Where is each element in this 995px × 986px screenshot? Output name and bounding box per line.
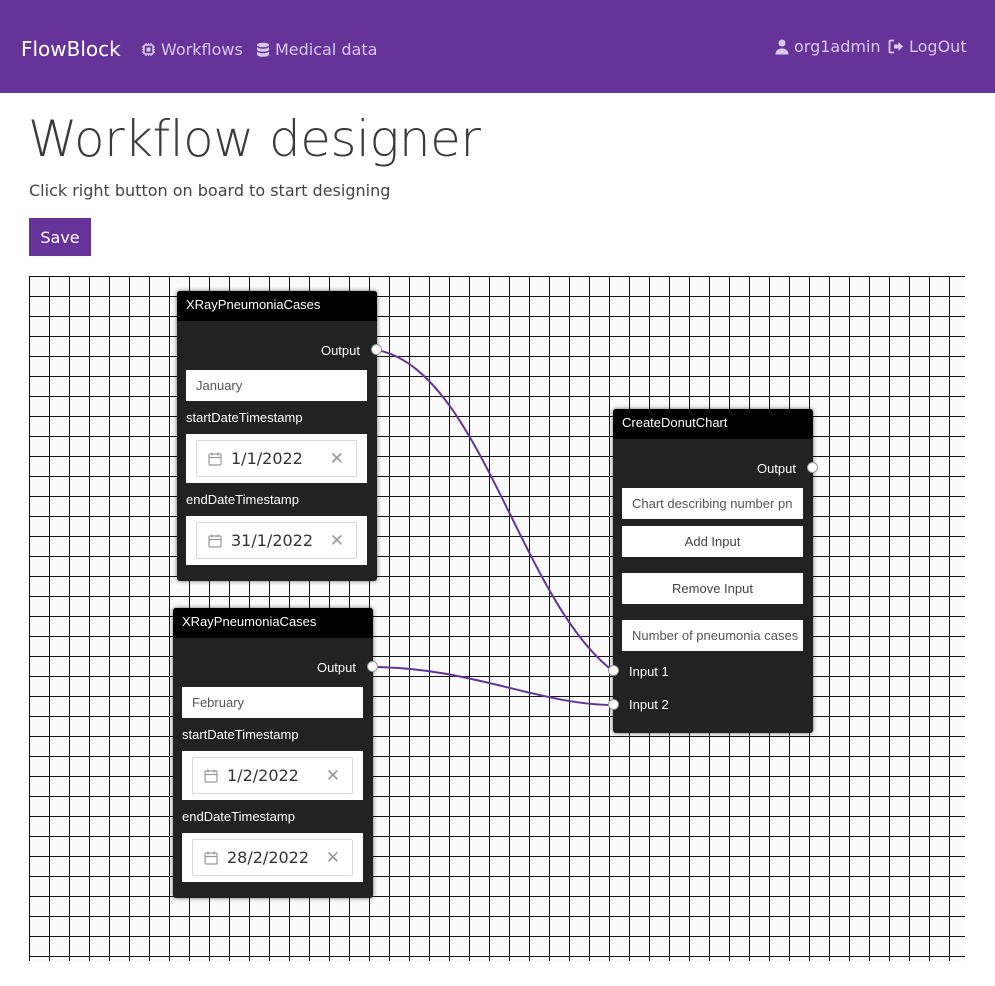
nav-logout-link[interactable]: LogOut xyxy=(888,37,967,56)
input-port-2[interactable] xyxy=(608,699,619,710)
save-button[interactable]: Save xyxy=(29,218,91,256)
nav-user-link[interactable]: org1admin xyxy=(775,37,881,56)
label-input[interactable]: Number of pneumonia cases xyxy=(622,620,803,651)
input-port-1-label: Input 1 xyxy=(629,664,669,679)
clear-icon[interactable]: ✕ xyxy=(330,449,344,469)
output-port[interactable] xyxy=(367,661,378,672)
user-icon xyxy=(775,39,789,54)
start-date-label: startDateTimestamp xyxy=(182,727,299,742)
chart-title-input[interactable]: Chart describing number pn xyxy=(622,488,803,519)
nav-user-label: org1admin xyxy=(794,37,881,56)
end-date-picker[interactable]: 31/1/2022 ✕ xyxy=(186,516,367,565)
node-title[interactable]: CreateDonutChart xyxy=(613,409,813,439)
calendar-icon xyxy=(208,534,222,548)
start-date-picker[interactable]: 1/1/2022 ✕ xyxy=(186,434,367,483)
nav-medical-data-link[interactable]: Medical data xyxy=(256,40,377,59)
database-icon xyxy=(257,42,269,57)
calendar-icon xyxy=(204,769,218,783)
node-xray-january[interactable]: XRayPneumoniaCases Output January startD… xyxy=(177,291,382,581)
page-title: Workflow designer xyxy=(28,110,481,168)
nav-workflows-link[interactable]: Workflows xyxy=(141,40,243,59)
output-port-label: Output xyxy=(320,343,360,358)
node-title[interactable]: XRayPneumoniaCases xyxy=(173,608,373,638)
start-date-picker[interactable]: 1/2/2022 ✕ xyxy=(182,751,363,800)
end-date-label: endDateTimestamp xyxy=(186,492,299,507)
input-port-1[interactable] xyxy=(608,665,619,676)
logout-icon xyxy=(888,39,903,54)
end-date-label: endDateTimestamp xyxy=(182,809,295,824)
navbar: FlowBlock Workflows Medical data org1adm… xyxy=(0,0,995,93)
end-date-picker[interactable]: 28/2/2022 ✕ xyxy=(182,833,363,882)
node-title[interactable]: XRayPneumoniaCases xyxy=(177,291,377,321)
output-port-label: Output xyxy=(756,461,796,476)
output-port[interactable] xyxy=(807,462,818,473)
start-date-value: 1/1/2022 xyxy=(231,449,303,468)
output-port[interactable] xyxy=(371,344,382,355)
nav-logout-label: LogOut xyxy=(909,37,967,56)
calendar-icon xyxy=(204,851,218,865)
add-input-button[interactable]: Add Input xyxy=(622,526,803,557)
node-xray-february[interactable]: XRayPneumoniaCases Output February start… xyxy=(173,608,378,898)
output-port-label: Output xyxy=(316,660,356,675)
clear-icon[interactable]: ✕ xyxy=(330,531,344,551)
calendar-icon xyxy=(208,452,222,466)
nav-medical-data-label: Medical data xyxy=(275,40,378,59)
clear-icon[interactable]: ✕ xyxy=(326,766,340,786)
node-create-donut-chart[interactable]: CreateDonutChart Output Chart describing… xyxy=(608,409,818,733)
workflow-board[interactable] xyxy=(29,276,965,961)
remove-input-button[interactable]: Remove Input xyxy=(622,573,803,604)
start-date-label: startDateTimestamp xyxy=(186,410,303,425)
nav-workflows-label: Workflows xyxy=(161,40,243,59)
brand-logo[interactable]: FlowBlock xyxy=(21,37,121,61)
end-date-value: 31/1/2022 xyxy=(231,531,314,550)
start-date-value: 1/2/2022 xyxy=(227,766,299,785)
page-subtitle: Click right button on board to start des… xyxy=(29,181,391,200)
name-input[interactable]: January xyxy=(186,370,367,401)
clear-icon[interactable]: ✕ xyxy=(326,848,340,868)
name-input[interactable]: February xyxy=(182,687,363,718)
chip-icon xyxy=(142,43,155,56)
input-port-2-label: Input 2 xyxy=(629,697,669,712)
end-date-value: 28/2/2022 xyxy=(227,848,310,867)
